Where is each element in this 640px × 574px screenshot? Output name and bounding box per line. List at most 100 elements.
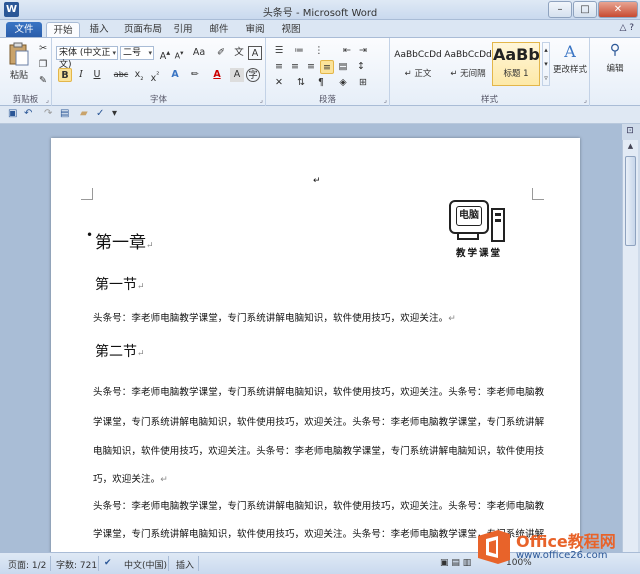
- open-folder-icon[interactable]: ▰: [80, 108, 88, 119]
- align-center-icon[interactable]: ≡: [288, 60, 302, 74]
- underline-button[interactable]: U: [90, 68, 104, 82]
- shading-icon[interactable]: ◈: [336, 76, 350, 90]
- font-name-combo[interactable]: 宋体 (中文正文) ▾: [56, 46, 118, 70]
- decrease-indent-icon[interactable]: ⇤: [340, 44, 354, 58]
- paragraph-launcher-icon[interactable]: ⌟: [384, 96, 387, 104]
- styles-launcher-icon[interactable]: ⌟: [584, 96, 587, 104]
- body-paragraph-3-line[interactable]: 头条号：李老师电脑教学课堂，专门系统讲解电脑知识，软件使用技巧，欢迎关注。头条号…: [93, 498, 544, 512]
- customize-qat-icon[interactable]: ▾: [112, 108, 117, 119]
- align-left-icon[interactable]: ≡: [272, 60, 286, 74]
- strikethrough-button[interactable]: abc: [112, 68, 130, 82]
- minimize-button[interactable]: –: [548, 1, 572, 18]
- ribbon-help-controls[interactable]: △ ?: [619, 23, 634, 33]
- heading-section-1[interactable]: 第一节↵: [95, 274, 145, 294]
- highlight-icon[interactable]: ✏: [188, 68, 202, 82]
- maximize-button[interactable]: □: [573, 1, 597, 18]
- format-painter-icon[interactable]: ✎: [36, 74, 50, 88]
- view-buttons[interactable]: ▣ ▤ ▥: [440, 558, 471, 568]
- style-normal[interactable]: AaBbCcDd ↵ 正文: [394, 42, 442, 86]
- change-styles-icon: A: [564, 42, 576, 61]
- paste-icon[interactable]: [8, 42, 30, 66]
- style-no-spacing[interactable]: AaBbCcDd ↵ 无间隔: [444, 42, 492, 86]
- change-styles-button[interactable]: A 更改样式: [552, 42, 588, 75]
- italic-button[interactable]: I: [74, 68, 88, 82]
- justify-icon[interactable]: ≡: [320, 60, 334, 74]
- clipboard-launcher-icon[interactable]: ⌟: [46, 96, 49, 104]
- heading-chapter-text: 第一章: [95, 233, 146, 253]
- language-indicator[interactable]: 中文(中国): [124, 558, 167, 571]
- align-right-icon[interactable]: ≡: [304, 60, 318, 74]
- bold-button[interactable]: B: [58, 68, 72, 82]
- char-border-icon[interactable]: A: [248, 46, 262, 60]
- body-paragraph-2-end[interactable]: 巧，欢迎关注。↵: [93, 471, 533, 485]
- enclose-char-icon[interactable]: 字: [246, 68, 260, 82]
- vertical-scrollbar[interactable]: ▲: [622, 140, 638, 552]
- insert-mode-indicator[interactable]: 插入: [176, 558, 194, 571]
- tab-file[interactable]: 文件: [6, 22, 42, 38]
- clear-format-icon[interactable]: ✐: [214, 46, 228, 60]
- proofing-icon[interactable]: ✔: [104, 558, 112, 568]
- body-paragraph-3-line[interactable]: 学课堂，专门系统讲解电脑知识，软件使用技巧，欢迎关注。头条号：李老师电脑教学课堂…: [93, 526, 544, 540]
- increase-indent-icon[interactable]: ⇥: [356, 44, 370, 58]
- ribbon-home: 粘贴 ✂ ❐ ✎ 剪贴板 ⌟ 宋体 (中文正文) ▾ 二号 ▾ A▴ A▾ Aa ✐…: [0, 37, 640, 106]
- editing-button[interactable]: ⚲ 编辑: [600, 42, 630, 74]
- font-color-icon[interactable]: A: [210, 68, 224, 82]
- ribbon-tabs: 文件 开始 插入 页面布局 引用 邮件 审阅 视图 △ ?: [0, 20, 640, 38]
- grow-font-icon[interactable]: A▴: [158, 46, 172, 62]
- paste-label[interactable]: 粘贴: [4, 68, 34, 81]
- scrollbar-thumb[interactable]: [625, 156, 636, 246]
- bullets-icon[interactable]: ☰: [272, 44, 286, 58]
- shrink-font-icon[interactable]: A▾: [172, 46, 186, 61]
- borders-icon[interactable]: ⊞: [356, 76, 370, 90]
- tab-view[interactable]: 视图: [274, 22, 308, 38]
- font-launcher-icon[interactable]: ⌟: [260, 96, 263, 104]
- subscript-button[interactable]: x₂: [132, 68, 146, 82]
- body-paragraph-2-line[interactable]: 电脑知识，软件使用技巧，欢迎关注。头条号：李老师电脑教学课堂，专门系统讲解电脑知…: [93, 443, 544, 457]
- phonetic-guide-icon[interactable]: 文: [232, 46, 246, 60]
- line-spacing-icon[interactable]: ↕: [354, 60, 368, 74]
- undo-icon[interactable]: ↶: [24, 108, 32, 119]
- office-logo-icon: [478, 530, 510, 564]
- tab-home[interactable]: 开始: [46, 22, 80, 38]
- save-icon[interactable]: ▣: [8, 108, 17, 119]
- document-page[interactable]: ↵ 电脑 教学课堂 • 第一章↵ 第一节↵ 头条号：李老师电脑教学课堂，专门系统讲…: [51, 138, 580, 552]
- show-marks-icon[interactable]: ¶: [314, 76, 328, 90]
- font-name-value: 宋体 (中文正文): [59, 48, 111, 70]
- spell-check-icon[interactable]: ✓: [96, 108, 104, 119]
- chinese-layout-icon[interactable]: ✕: [272, 76, 286, 90]
- paragraph-mark: ↵: [137, 282, 145, 292]
- ruler-toggle-icon[interactable]: ⊡: [624, 126, 636, 138]
- body-paragraph-2-line[interactable]: 学课堂，专门系统讲解电脑知识，软件使用技巧，欢迎关注。头条号：李老师电脑教学课堂…: [93, 414, 544, 428]
- redo-icon[interactable]: ↷: [44, 108, 52, 119]
- numbering-icon[interactable]: ≔: [292, 44, 306, 58]
- style-heading-1[interactable]: AaBb 标题 1: [492, 42, 540, 86]
- styles-scroll-icon[interactable]: ▴ ▾ ▿: [542, 42, 550, 86]
- scroll-up-icon[interactable]: ▲: [625, 142, 636, 154]
- heading-section-2[interactable]: 第二节↵: [95, 341, 145, 361]
- tab-references[interactable]: 引用: [166, 22, 200, 38]
- close-button[interactable]: ✕: [598, 1, 638, 18]
- distributed-icon[interactable]: ▤: [336, 60, 350, 74]
- style-no-spacing-name: ↵ 无间隔: [450, 69, 486, 79]
- page-count[interactable]: 页面: 1/2: [8, 558, 46, 571]
- text-effects-icon[interactable]: A: [168, 68, 182, 82]
- print-preview-icon[interactable]: ▤: [60, 108, 69, 119]
- multilevel-list-icon[interactable]: ⋮: [312, 44, 326, 58]
- tab-insert[interactable]: 插入: [82, 22, 116, 38]
- body-paragraph-2-line[interactable]: 头条号：李老师电脑教学课堂，专门系统讲解电脑知识，软件使用技巧，欢迎关注。头条号…: [93, 384, 544, 398]
- superscript-button[interactable]: x²: [148, 68, 162, 84]
- copy-icon[interactable]: ❐: [36, 58, 50, 72]
- font-size-combo[interactable]: 二号 ▾: [120, 46, 154, 60]
- body-paragraph-1[interactable]: 头条号：李老师电脑教学课堂，专门系统讲解电脑知识，软件使用技巧，欢迎关注。↵: [93, 310, 533, 324]
- char-shading-icon[interactable]: A: [230, 68, 244, 82]
- tab-mailings[interactable]: 邮件: [202, 22, 236, 38]
- word-count[interactable]: 字数: 721: [56, 558, 97, 571]
- tab-page-layout[interactable]: 页面布局: [118, 22, 168, 38]
- cut-icon[interactable]: ✂: [36, 42, 50, 56]
- styles-group: AaBbCcDd ↵ 正文 AaBbCcDd ↵ 无间隔 AaBb 标题 1 ▴…: [390, 38, 590, 106]
- office26-watermark: Office教程网 www.office26.com: [476, 524, 640, 572]
- change-case-icon[interactable]: Aa: [190, 46, 208, 60]
- tab-review[interactable]: 审阅: [238, 22, 272, 38]
- heading-chapter[interactable]: • 第一章↵: [86, 228, 154, 253]
- sort-icon[interactable]: ⇅: [294, 76, 308, 90]
